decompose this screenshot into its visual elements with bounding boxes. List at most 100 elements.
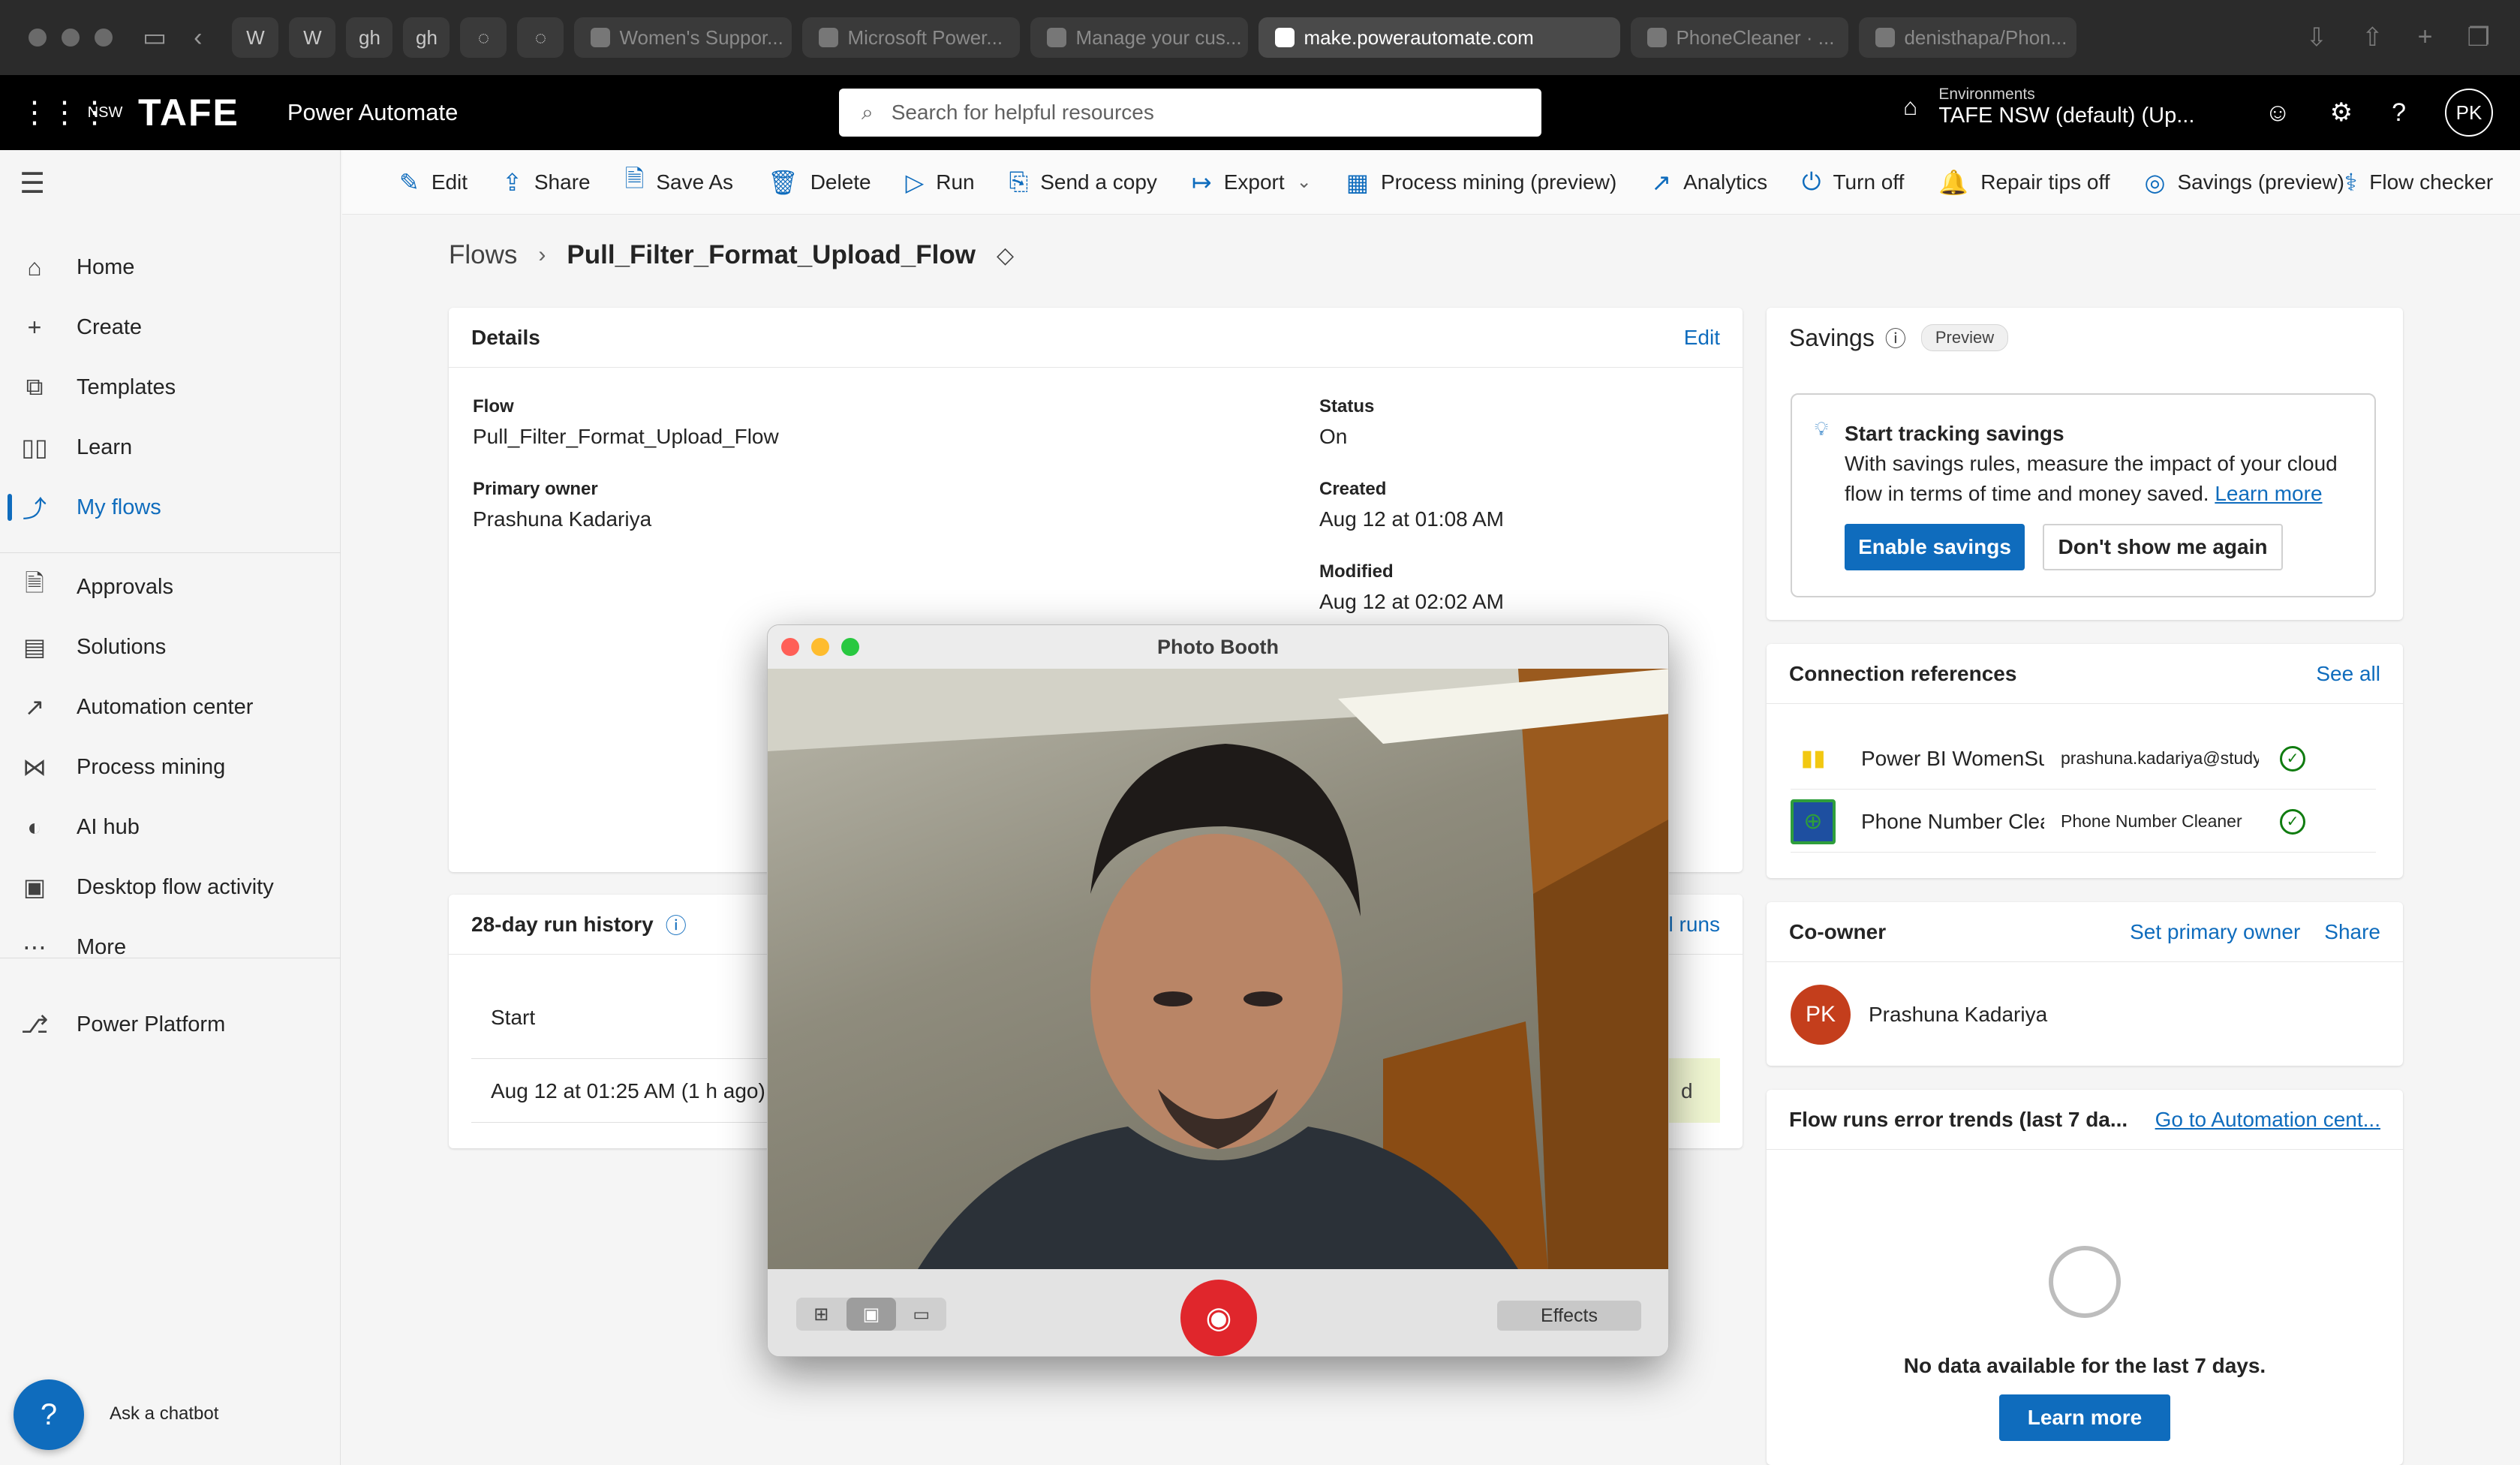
- nav-item-automation-center[interactable]: ↗ Automation center: [0, 680, 341, 734]
- app-title[interactable]: Power Automate: [287, 99, 458, 126]
- copy-icon: ⎘: [1009, 167, 1029, 195]
- details-header: Details Edit: [449, 308, 1743, 368]
- photo-booth-toolbar: ⊞ ▣ ▭ ◉ Effects: [768, 1269, 1668, 1356]
- edit-button[interactable]: ✎ Edit: [399, 168, 468, 197]
- save-as-button[interactable]: 🗎 Save As: [625, 162, 733, 203]
- environment-picker[interactable]: ⌂ Environments TAFE NSW (default) (Up...: [1903, 86, 2194, 128]
- video-mode-icon[interactable]: ▭: [896, 1298, 946, 1331]
- pinned-tab[interactable]: gh: [403, 17, 450, 58]
- environment-name: TAFE NSW (default) (Up...: [1938, 104, 2195, 128]
- hamburger-menu-icon[interactable]: ☰: [20, 167, 45, 200]
- effects-button[interactable]: Effects: [1497, 1301, 1641, 1331]
- close-window-button[interactable]: [29, 29, 47, 47]
- pinned-tab[interactable]: gh: [346, 17, 393, 58]
- connection-row[interactable]: ⊕ Phone Number Clea Phone Number Cleaner…: [1791, 791, 2376, 853]
- delete-button[interactable]: 🗑 Delete: [768, 168, 871, 197]
- breadcrumb: Flows › Pull_Filter_Format_Upload_Flow ◇: [449, 240, 1014, 270]
- savings-learn-more-link[interactable]: Learn more: [2215, 482, 2322, 505]
- tab-label: PhoneCleaner · ...: [1676, 26, 1835, 49]
- savings-body-text: flow in terms of time and money saved.: [1845, 482, 2209, 505]
- settings-gear-icon[interactable]: ⚙: [2330, 98, 2353, 128]
- sidebar-toggle-icon[interactable]: ▭: [143, 23, 167, 53]
- share-icon[interactable]: ⇧: [2362, 23, 2383, 53]
- error-trends-header: Flow runs error trends (last 7 da... Go …: [1767, 1090, 2403, 1150]
- all-runs-link[interactable]: l runs: [1669, 913, 1720, 937]
- tab-label: Manage your cus...: [1075, 26, 1242, 49]
- set-primary-owner-link[interactable]: Set primary owner: [2130, 920, 2300, 944]
- cmd-label: Repair tips off: [1980, 170, 2110, 194]
- shutter-button[interactable]: ◉: [1180, 1280, 1257, 1356]
- chatbot-button[interactable]: ?: [14, 1379, 84, 1450]
- browser-tab[interactable]: denisthapa/Phon...: [1859, 17, 2077, 58]
- nav-item-ai-hub[interactable]: ◐ AI hub: [0, 800, 341, 854]
- nav-item-process-mining[interactable]: ⋈ Process mining: [0, 740, 341, 794]
- automation-center-link[interactable]: Go to Automation cent...: [2155, 1108, 2380, 1132]
- breadcrumb-flows-link[interactable]: Flows: [449, 240, 517, 270]
- download-icon[interactable]: ⇩: [2306, 23, 2328, 53]
- help-icon[interactable]: ?: [2392, 98, 2406, 128]
- new-tab-icon[interactable]: +: [2418, 23, 2433, 53]
- nav-item-create[interactable]: + Create: [0, 300, 341, 354]
- browser-tab-active[interactable]: make.powerautomate.com: [1258, 17, 1621, 58]
- tab-favicon: [819, 28, 839, 47]
- send-copy-button[interactable]: ⎘ Send a copy: [1009, 168, 1157, 197]
- run-button[interactable]: ▷ Run: [906, 168, 975, 197]
- grid-view-icon[interactable]: ⊞: [796, 1298, 847, 1331]
- tab-favicon: [1275, 28, 1295, 47]
- browser-tab[interactable]: Women's Suppor...: [574, 17, 792, 58]
- feedback-icon[interactable]: ☺: [2265, 98, 2291, 128]
- pinned-tab[interactable]: W: [289, 17, 336, 58]
- enable-savings-button[interactable]: Enable savings: [1845, 524, 2025, 570]
- nav-item-solutions[interactable]: ▤ Solutions: [0, 620, 341, 674]
- connection-row[interactable]: ▮▮ Power BI WomenSu prashuna.kadariya@st…: [1791, 728, 2376, 790]
- info-icon[interactable]: ⓘ: [666, 910, 687, 940]
- user-avatar[interactable]: PK: [2445, 89, 2493, 137]
- nav-item-approvals[interactable]: 🗎 Approvals: [0, 560, 341, 614]
- nav-item-desktop-flow-activity[interactable]: ▣ Desktop flow activity: [0, 860, 341, 914]
- back-icon[interactable]: ‹: [194, 23, 202, 53]
- coowner-share-link[interactable]: Share: [2324, 920, 2380, 944]
- nav-item-my-flows[interactable]: ⤴ My flows: [0, 480, 341, 534]
- plus-icon: +: [27, 313, 42, 341]
- nav-item-home[interactable]: ⌂ Home: [0, 240, 341, 294]
- share-button[interactable]: ⇪ Share: [502, 168, 591, 197]
- browser-tab[interactable]: PhoneCleaner · ...: [1631, 17, 1849, 58]
- approvals-icon: 🗎: [25, 570, 44, 597]
- flow-checker-button[interactable]: ⚕ Flow checker: [2344, 168, 2493, 197]
- photo-booth-titlebar[interactable]: Photo Booth: [768, 625, 1668, 669]
- status-label: Status: [1319, 396, 1375, 417]
- zoom-window-button[interactable]: [841, 638, 859, 656]
- learn-more-button[interactable]: Learn more: [1999, 1394, 2170, 1441]
- repair-tips-button[interactable]: 🔔 Repair tips off: [1938, 168, 2110, 197]
- pinned-tab[interactable]: W: [232, 17, 279, 58]
- turn-off-button[interactable]: ⏻ Turn off: [1802, 168, 1904, 197]
- export-button[interactable]: ↦ Export ⌄: [1192, 168, 1312, 197]
- details-edit-link[interactable]: Edit: [1684, 326, 1720, 350]
- info-icon[interactable]: ⓘ: [1885, 323, 1906, 353]
- search-input[interactable]: ⌕ Search for helpful resources: [839, 89, 1541, 137]
- nav-item-power-platform[interactable]: ⎇ Power Platform: [0, 997, 341, 1051]
- close-window-button[interactable]: [781, 638, 799, 656]
- minimize-window-button[interactable]: [811, 638, 829, 656]
- tab-overview-icon[interactable]: ❐: [2467, 23, 2490, 53]
- minimize-window-button[interactable]: [62, 29, 80, 47]
- photo-booth-window[interactable]: Photo Booth ⊞ ▣ ▭ ◉ Effects: [767, 624, 1669, 1357]
- dont-show-again-button[interactable]: Don't show me again: [2043, 524, 2283, 570]
- zoom-window-button[interactable]: [95, 29, 113, 47]
- pinned-tab[interactable]: ◌: [460, 17, 507, 58]
- cmd-label: Save As: [656, 170, 734, 194]
- pinned-tab[interactable]: ◌: [517, 17, 564, 58]
- see-all-link[interactable]: See all: [2316, 662, 2380, 686]
- nav-item-more[interactable]: ⋯ More: [0, 920, 341, 974]
- ai-hub-icon: ◐: [27, 813, 42, 841]
- savings-card: Savings ⓘ Preview 💡︎ Start tracking savi…: [1767, 308, 2403, 620]
- app-launcher-icon[interactable]: ⋮⋮⋮: [20, 95, 110, 130]
- savings-button[interactable]: ◎ Savings (preview): [2145, 168, 2344, 197]
- browser-tab[interactable]: Manage your cus...: [1030, 17, 1249, 58]
- nav-item-learn[interactable]: ▯▯ Learn: [0, 420, 341, 474]
- analytics-button[interactable]: ↗ Analytics: [1651, 168, 1767, 197]
- process-mining-button[interactable]: ▦ Process mining (preview): [1346, 168, 1617, 197]
- browser-tab[interactable]: Microsoft Power...: [802, 17, 1021, 58]
- nav-item-templates[interactable]: ⧉ Templates: [0, 360, 341, 414]
- single-photo-icon[interactable]: ▣: [846, 1298, 897, 1331]
